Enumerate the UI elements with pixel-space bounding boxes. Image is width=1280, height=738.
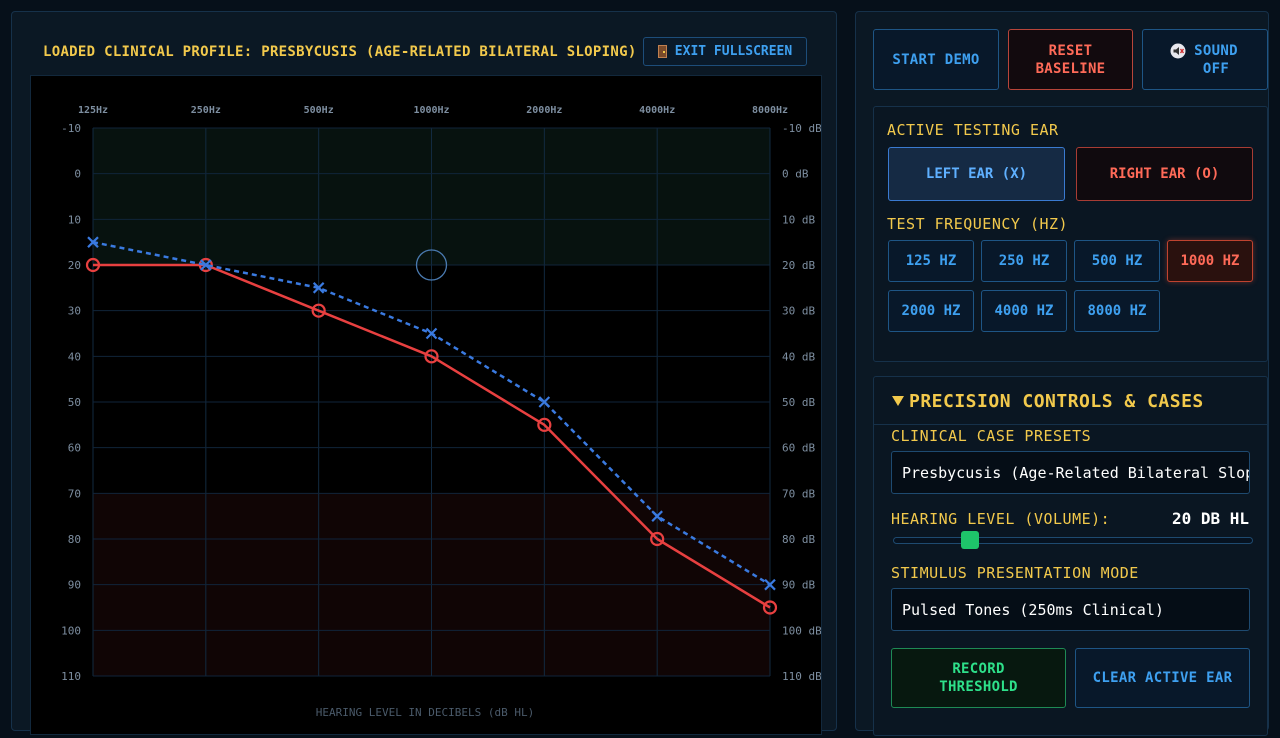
right-ear-button[interactable]: RIGHT EAR (O): [1076, 147, 1253, 201]
y-tick-label-right: 20 dB: [782, 259, 815, 272]
start-demo-label: START DEMO: [892, 51, 980, 68]
stimulus-mode-label: STIMULUS PRESENTATION MODE: [891, 564, 1139, 582]
audiogram-svg: 125Hz 250Hz 500Hz 1000Hz 2000Hz 4000Hz 8000Hz -…: [61, 105, 822, 719]
precision-section: PRECISION CONTROLS & CASES CLINICAL CASE…: [873, 376, 1268, 736]
active-ear-heading: ACTIVE TESTING EAR: [887, 121, 1059, 139]
ear-frequency-section: ACTIVE TESTING EAR LEFT EAR (X) RIGHT EA…: [873, 106, 1268, 362]
profile-title: LOADED CLINICAL PROFILE: PRESBYCUSIS (AG…: [43, 44, 637, 60]
y-tick-label-right: 40 dB: [782, 350, 815, 363]
test-frequency-heading: TEST FREQUENCY (HZ): [887, 215, 1069, 233]
x-tick-label: 500Hz: [304, 105, 334, 116]
y-tick-label-left: 100: [61, 624, 81, 637]
y-tick-label-right: 0 dB: [782, 168, 809, 181]
hearing-level-label: HEARING LEVEL (VOLUME):: [891, 510, 1111, 528]
freq-button-8000[interactable]: 8000 HZ: [1074, 290, 1160, 332]
y-tick-label-left: 90: [68, 579, 81, 592]
clear-active-ear-button[interactable]: CLEAR ACTIVE EAR: [1075, 648, 1250, 708]
x-tick-label: 8000Hz: [752, 105, 788, 116]
freq-button-500[interactable]: 500 HZ: [1074, 240, 1160, 282]
y-tick-label-right: 110 dB: [782, 670, 821, 683]
precision-heading: PRECISION CONTROLS & CASES: [909, 391, 1204, 412]
x-tick-label: 250Hz: [191, 105, 221, 116]
y-tick-label-right: 70 dB: [782, 487, 815, 500]
audiogram-chart[interactable]: 125Hz 250Hz 500Hz 1000Hz 2000Hz 4000Hz 8000Hz -…: [30, 75, 822, 735]
y-tick-label-left: 50: [68, 396, 81, 409]
y-tick-label-left: 60: [68, 442, 81, 455]
precision-header[interactable]: PRECISION CONTROLS & CASES: [874, 377, 1267, 425]
audiogram-panel: LOADED CLINICAL PROFILE: PRESBYCUSIS (AG…: [11, 11, 837, 735]
x-axis-label: HEARING LEVEL IN DECIBELS (dB HL): [316, 706, 535, 719]
exit-fullscreen-button[interactable]: EXIT FULLSCREEN: [643, 37, 807, 66]
clinical-preset-select[interactable]: Presbycusis (Age-Related Bilateral Slopi…: [891, 451, 1250, 494]
x-tick-label: 1000Hz: [413, 105, 449, 116]
reset-baseline-button[interactable]: RESET BASELINE: [1008, 29, 1133, 90]
x-tick-label: 4000Hz: [639, 105, 675, 116]
start-demo-button[interactable]: START DEMO: [873, 29, 999, 90]
y-tick-label-left: 0: [74, 168, 81, 181]
y-tick-label-right: 10 dB: [782, 213, 815, 226]
freq-button-125[interactable]: 125 HZ: [888, 240, 974, 282]
left-ear-button[interactable]: LEFT EAR (X): [888, 147, 1065, 201]
y-tick-label-left: 80: [68, 533, 81, 546]
record-threshold-button[interactable]: RECORD THRESHOLD: [891, 648, 1066, 708]
clinical-presets-label: CLINICAL CASE PRESETS: [891, 427, 1092, 445]
caret-down-icon: [892, 396, 904, 406]
y-tick-label-right: 100 dB: [782, 624, 821, 637]
y-tick-label-left: 110: [61, 670, 81, 683]
x-tick-label: 125Hz: [78, 105, 108, 116]
sound-toggle-label: SOUND OFF: [1194, 42, 1238, 77]
x-tick-label: 2000Hz: [526, 105, 562, 116]
freq-button-4000[interactable]: 4000 HZ: [981, 290, 1067, 332]
hearing-level-slider-thumb[interactable]: [960, 531, 979, 549]
freq-button-250[interactable]: 250 HZ: [981, 240, 1067, 282]
sound-toggle-button[interactable]: SOUND OFF: [1142, 29, 1268, 90]
y-tick-label-left: -10: [61, 122, 81, 135]
y-tick-label-left: 70: [68, 487, 81, 500]
y-tick-label-right: -10 dB: [782, 122, 821, 135]
hearing-level-slider[interactable]: [893, 537, 1253, 544]
y-tick-label-left: 20: [68, 259, 81, 272]
reset-baseline-label: RESET BASELINE: [1035, 42, 1106, 77]
door-icon: [657, 45, 667, 58]
hearing-level-value: 20 DB HL: [1171, 509, 1249, 528]
speaker-muted-icon: [1170, 43, 1186, 59]
y-tick-label-right: 90 dB: [782, 579, 815, 592]
freq-button-1000[interactable]: 1000 HZ: [1167, 240, 1253, 282]
y-tick-label-left: 10: [68, 213, 81, 226]
y-tick-label-right: 30 dB: [782, 305, 815, 318]
y-tick-label-right: 50 dB: [782, 396, 815, 409]
stimulus-mode-select[interactable]: Pulsed Tones (250ms Clinical): [891, 588, 1250, 631]
y-tick-label-right: 80 dB: [782, 533, 815, 546]
exit-fullscreen-label: EXIT FULLSCREEN: [674, 44, 793, 59]
y-tick-label-right: 60 dB: [782, 442, 815, 455]
freq-button-2000[interactable]: 2000 HZ: [888, 290, 974, 332]
control-panel: START DEMO RESET BASELINE SOUND OFF ACTI…: [855, 11, 1269, 736]
y-tick-label-left: 40: [68, 350, 81, 363]
record-threshold-label: RECORD THRESHOLD: [939, 661, 1018, 695]
y-tick-label-left: 30: [68, 305, 81, 318]
